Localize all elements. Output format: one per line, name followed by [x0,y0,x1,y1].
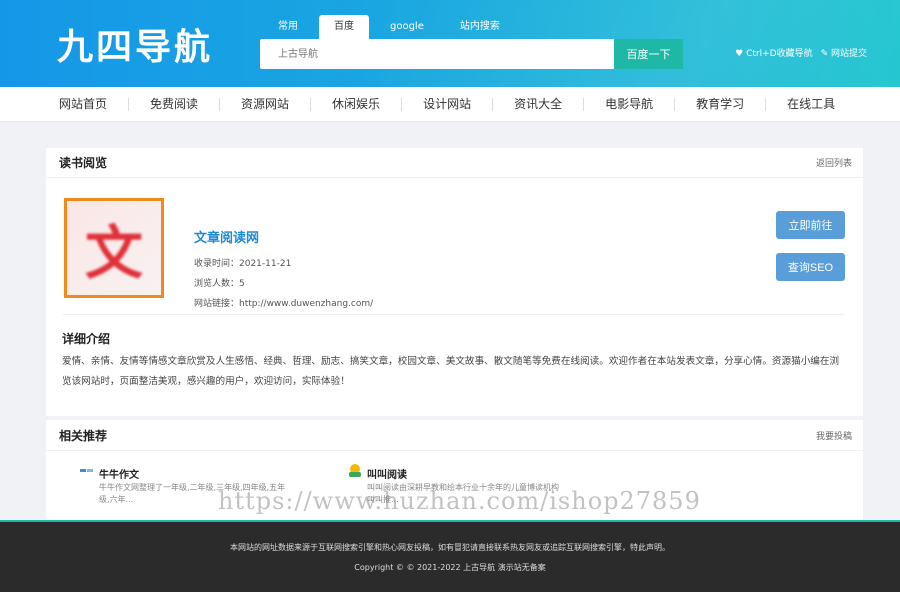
contribute-link[interactable]: 我要投稿 [816,429,852,442]
search-tab-site[interactable]: 站内搜索 [445,15,515,39]
nav-item-education[interactable]: 教育学习 [675,97,767,111]
main-nav: 网站首页 免费阅读 资源网站 休闲娱乐 设计网站 资讯大全 电影导航 教育学习 … [0,87,900,122]
header: 九四导航 常用 百度 google 站内搜索 百度一下 ♥ Ctrl+D收藏导航… [0,0,900,87]
niuniu-logo-icon [80,469,93,472]
search-button[interactable]: 百度一下 [614,39,683,69]
search-tabs: 常用 百度 google 站内搜索 [263,15,521,39]
submit-site-link[interactable]: ✎ 网站提交 [821,46,867,59]
related-title: 相关推荐 [59,428,108,443]
related-item-desc: 牛牛作文网整理了一年级,二年级,三年级,四年级,五年级,六年... [99,483,286,504]
nav-item-design[interactable]: 设计网站 [402,97,494,111]
search-input[interactable] [260,39,614,69]
nav-item-home[interactable]: 网站首页 [38,97,130,111]
nav-item-movies[interactable]: 电影导航 [584,97,676,111]
site-views: 浏览人数：5 [194,279,245,289]
footer-copyright: Copyright © © 2021-2022 上古导航 演示站无备案 [354,563,546,572]
nav-item-free-reading[interactable]: 免费阅读 [129,97,221,111]
site-name[interactable]: 文章阅读网 [194,227,259,246]
visit-button[interactable]: 立即前往 [776,211,845,239]
detail-text: 爱情、亲情、友情等情感文章欣赏及人生感悟、经典、哲理、励志、搞笑文章，校园文章、… [62,356,840,387]
nav-item-tools[interactable]: 在线工具 [766,97,856,111]
seo-button[interactable]: 查询SEO [776,253,845,281]
nav-item-entertainment[interactable]: 休闲娱乐 [311,97,403,111]
card-header: 读书阅览 返回列表 [46,148,863,178]
search-tab-common[interactable]: 常用 [263,15,313,39]
jiaojiao-logo-icon [349,464,361,477]
search-tab-baidu[interactable]: 百度 [319,15,369,39]
back-to-list-link[interactable]: 返回列表 [816,156,852,169]
related-item-name: 叫叫阅读 [367,470,407,481]
nav-item-resources[interactable]: 资源网站 [220,97,312,111]
site-logo[interactable]: 九四导航 [57,18,213,70]
related-card: 相关推荐 我要投稿 牛牛作文 牛牛作文网整理了一年级,二年级,三年级,四年级,五… [46,420,863,520]
search-tab-google[interactable]: google [375,15,439,39]
nav-item-news[interactable]: 资讯大全 [493,97,585,111]
related-header: 相关推荐 我要投稿 [46,420,863,451]
divider [63,314,844,315]
site-info: 文 文章阅读网 收录时间：2021-11-21 浏览人数：5 网站链接：http… [46,178,863,314]
header-links: ♥ Ctrl+D收藏导航 ✎ 网站提交 [735,46,867,59]
site-url[interactable]: 网站链接：http://www.duwenzhang.com/ [194,296,373,309]
related-item-name: 牛牛作文 [99,470,139,481]
footer: 本网站的网址数据来源于互联网搜索引擎和热心网友投稿，如有冒犯请直接联系热友网友或… [0,520,900,592]
site-thumbnail[interactable]: 文 [64,198,164,298]
footer-disclaimer: 本网站的网址数据来源于互联网搜索引擎和热心网友投稿，如有冒犯请直接联系热友网友或… [230,543,670,552]
detail-title: 详细介绍 [62,332,111,346]
thumbnail-glyph: 文 [84,219,143,287]
section-title: 读书阅览 [59,156,108,170]
site-date: 收录时间：2021-11-21 [194,259,292,269]
related-item-desc: 叫叫阅读由深耕早教和绘本行业十余年的儿童博读机构 叫叫推... [367,483,559,504]
bookmark-link[interactable]: ♥ Ctrl+D收藏导航 [735,46,812,59]
site-detail-card: 读书阅览 返回列表 文 文章阅读网 收录时间：2021-11-21 浏览人数：5… [46,148,863,416]
search-box: 百度一下 [260,39,683,69]
